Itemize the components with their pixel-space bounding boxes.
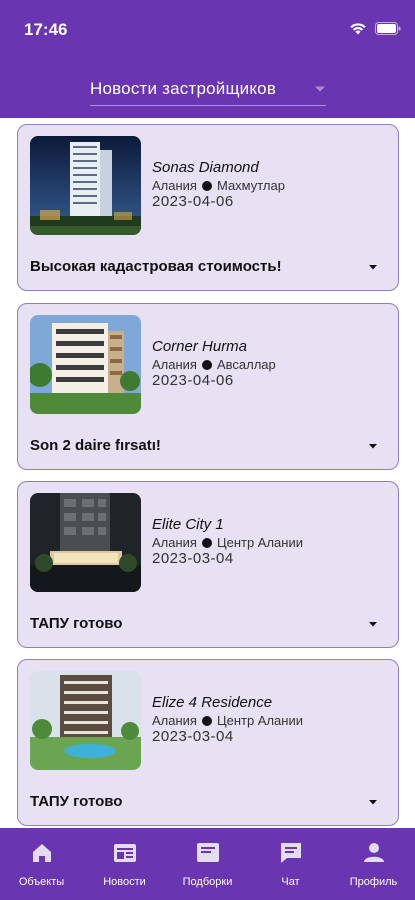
nav-item-chat[interactable]: Чат: [251, 828, 331, 900]
battery-icon: [375, 22, 401, 35]
property-location: Алания Центр Алании: [152, 713, 303, 728]
building-photo-image: [30, 136, 141, 235]
nav-label: Объекты: [18, 876, 65, 888]
nav-label: Новости: [103, 876, 146, 888]
expand-arrow-icon[interactable]: [366, 440, 380, 452]
news-category-dropdown[interactable]: Новости застройщиков: [90, 72, 326, 106]
status-icons: [349, 22, 401, 35]
news-date: 2023-04-06: [152, 372, 234, 389]
property-location: Алания Махмутлар: [152, 178, 285, 193]
district-label: Махмутлар: [216, 178, 285, 193]
property-photo: [30, 671, 141, 770]
district-label: Центр Алании: [216, 535, 303, 550]
expand-arrow-icon[interactable]: [366, 261, 380, 273]
property-location: Алания Центр Алании: [152, 535, 303, 550]
expand-arrow-icon[interactable]: [366, 618, 380, 630]
news-icon: [113, 844, 136, 862]
nav-label: Профиль: [349, 876, 398, 888]
nav-label: Чат: [281, 876, 300, 888]
nav-label: Подборки: [182, 876, 233, 888]
city-label: Алания: [152, 713, 197, 728]
status-time: 17:46: [24, 20, 68, 39]
home-icon: [32, 844, 51, 862]
news-headline: ТАПУ готово: [30, 793, 123, 810]
separator-dot-icon: [201, 715, 212, 726]
separator-dot-icon: [201, 359, 212, 370]
news-date: 2023-03-04: [152, 550, 234, 567]
separator-dot-icon: [201, 537, 212, 548]
news-card[interactable]: Sonas Diamond Алания Махмутлар 2023-04-0…: [17, 124, 399, 291]
separator-dot-icon: [201, 180, 212, 191]
property-location: Алания Авсаллар: [152, 357, 276, 372]
building-photo-image: [30, 493, 141, 592]
property-photo: [30, 493, 141, 592]
dropdown-label: Новости застройщиков: [90, 78, 277, 98]
news-headline: Высокая кадастровая стоимость!: [30, 258, 282, 275]
news-card[interactable]: Corner Hurma Алания Авсаллар 2023-04-06 …: [17, 303, 399, 470]
property-title: Sonas Diamond: [152, 159, 259, 176]
chat-icon: [280, 843, 301, 863]
news-date: 2023-04-06: [152, 193, 234, 210]
expand-arrow-icon[interactable]: [366, 796, 380, 808]
news-headline: Son 2 daire fırsatı!: [30, 437, 161, 454]
building-photo-image: [30, 315, 141, 414]
property-title: Corner Hurma: [152, 338, 248, 355]
wifi-icon: [350, 23, 366, 35]
news-date: 2023-03-04: [152, 728, 234, 745]
property-photo: [30, 315, 141, 414]
property-title: Elize 4 Residence: [152, 694, 273, 711]
district-label: Авсаллар: [216, 357, 276, 372]
city-label: Алания: [152, 178, 197, 193]
news-card[interactable]: Elite City 1 Алания Центр Алании 2023-03…: [17, 481, 399, 648]
property-photo: [30, 136, 141, 235]
city-label: Алания: [152, 357, 197, 372]
nav-item-collections[interactable]: Подборки: [168, 828, 248, 900]
property-title: Elite City 1: [152, 516, 224, 533]
nav-item-news[interactable]: Новости: [85, 828, 165, 900]
district-label: Центр Алании: [216, 713, 303, 728]
app-header: 17:46 Новости застройщиков: [0, 0, 415, 118]
chevron-down-icon: [315, 86, 325, 91]
news-list[interactable]: Sonas Diamond Алания Махмутлар 2023-04-0…: [0, 118, 415, 828]
nav-item-objects[interactable]: Объекты: [2, 828, 82, 900]
nav-item-profile[interactable]: Профиль: [334, 828, 414, 900]
collections-icon: [196, 843, 219, 862]
profile-icon: [363, 843, 384, 862]
city-label: Алания: [152, 535, 197, 550]
news-card[interactable]: Elize 4 Residence Алания Центр Алании 20…: [17, 659, 399, 826]
news-headline: ТАПУ готово: [30, 615, 123, 632]
status-bar: 17:46: [0, 0, 415, 60]
bottom-navigation: Объекты Новости Подборки Чат Профиль: [0, 828, 415, 900]
building-photo-image: [30, 671, 141, 770]
